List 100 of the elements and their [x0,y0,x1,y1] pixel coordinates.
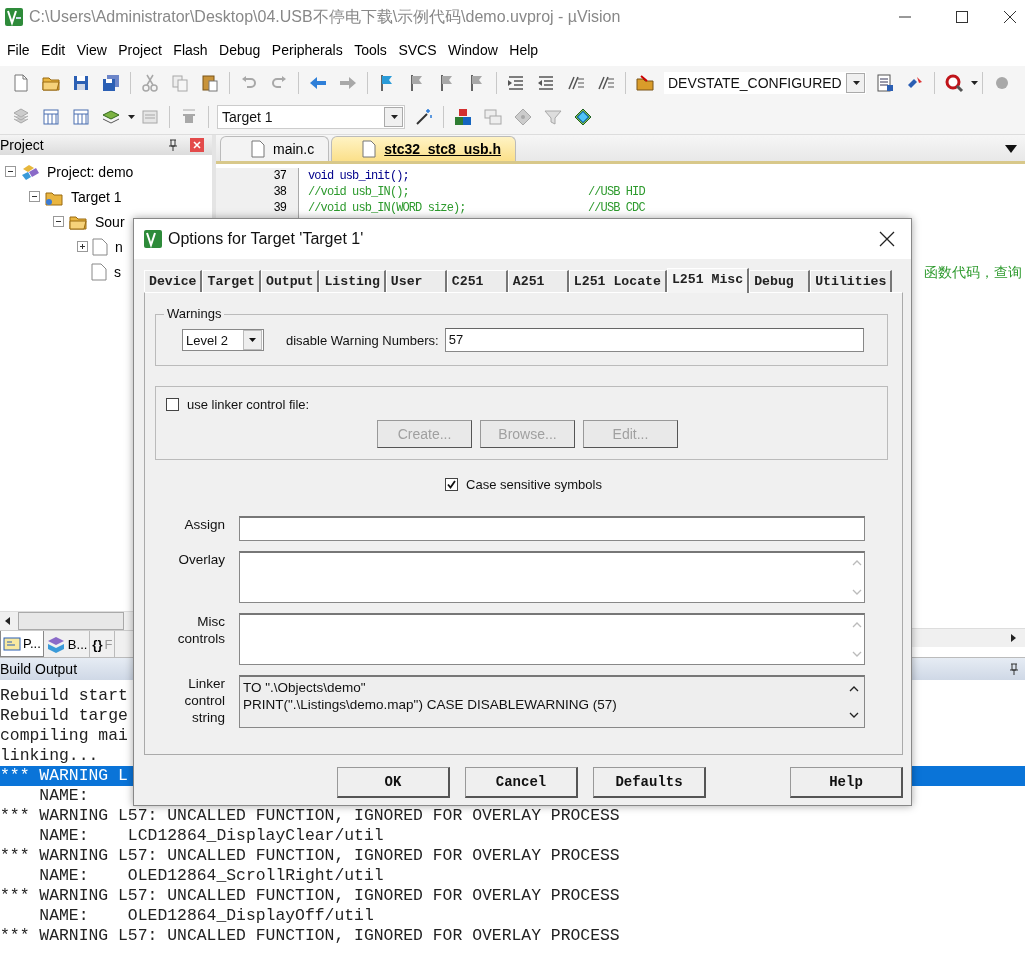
close-icon[interactable] [879,231,895,247]
panel-title: Project [0,137,45,153]
dialog-button[interactable]: Defaults [593,767,706,798]
menu-item[interactable]: View [73,42,116,58]
close-icon[interactable] [1003,10,1017,24]
output-line[interactable]: NAME: OLED12864_DisplayOff/util [0,906,374,926]
caret-icon [970,81,978,85]
panel-title: Build Output [0,661,78,677]
caret-icon [391,115,398,119]
grid-document-icon[interactable] [41,107,61,127]
output-line[interactable]: *** WARNING L57: UNCALLED FUNCTION, IGNORED FOR OVERLAY PROCESS [0,846,620,866]
dialog-tab[interactable]: Target [202,270,261,292]
field-label: Linker control string [183,675,225,727]
level-select[interactable]: Level 2 [182,329,264,351]
menu-item[interactable]: SVCS [395,42,445,58]
file-tab[interactable]: main.c [220,136,330,161]
menu-item[interactable]: Edit [38,42,74,58]
app-logo-icon [5,8,23,26]
collapse-icon[interactable] [29,191,40,202]
outdent-icon[interactable] [536,73,556,93]
output-line[interactable]: *** WARNING L57: UNCALLED FUNCTION, IGNORED FOR OVERLAY PROCESS [0,886,620,906]
dialog-tab[interactable]: Output [260,270,320,292]
pin-icon[interactable] [1009,663,1019,675]
file-tab[interactable]: stc32_stc8_usb.h [331,136,516,161]
dialog-button[interactable]: Cancel [465,767,578,798]
output-line[interactable]: compiling mai [0,726,128,746]
dialog-tab[interactable]: C251 [446,270,508,292]
code-text: //void usb_IN(WORD size); [308,200,467,216]
caret-icon [249,338,256,342]
code-comment: 函数代码，查询 [924,264,1022,280]
output-line[interactable]: *** WARNING L57: UNCALLED FUNCTION, IGNORED FOR OVERLAY PROCESS [0,926,620,946]
target-dropdown[interactable]: Target 1 [217,105,405,129]
braces-glyph: {} [92,636,103,652]
warning-numbers-field[interactable]: 57 [444,328,864,352]
dialog-tab[interactable]: Utilities [810,270,893,292]
menu-item[interactable]: Debug [216,42,269,58]
tree-item[interactable]: Sour [95,213,125,230]
magic-wand-icon[interactable] [414,107,434,127]
menu-item[interactable]: Window [445,42,507,58]
dialog-tab[interactable]: User [385,270,447,292]
field-label: disable Warning Numbers: [286,332,439,348]
menu-item[interactable]: Tools [351,42,396,58]
pin-icon[interactable] [168,139,178,151]
dialog-tab[interactable]: Device [144,270,203,292]
floppy-disks-icon[interactable] [101,73,121,93]
document-list-icon[interactable] [874,73,895,93]
menu-item[interactable]: Help [506,42,547,58]
tree-item[interactable]: n [115,238,123,255]
tab-label: F [104,636,113,652]
dialog-tab[interactable]: Debug [749,270,811,292]
output-line[interactable]: Rebuild targe [0,706,128,726]
output-line[interactable]: *** WARNING L [0,766,128,786]
clipboard-icon[interactable] [200,73,220,93]
maximize-icon[interactable] [955,10,969,24]
menu-item[interactable]: Peripherals [268,42,352,58]
field-label: Misc controls [176,613,225,648]
output-line[interactable]: NAME: OLED12864_ScrollRight/util [0,866,384,886]
output-line[interactable]: Rebuild start [0,686,128,706]
line-number: 39 [272,200,287,216]
dialog-tab[interactable]: L251 Locate [568,270,667,292]
collapse-icon[interactable] [5,166,16,177]
caret-icon [852,81,860,85]
field-label: Overlay [177,551,225,569]
dropdown-arrow-icon[interactable] [1005,145,1017,153]
menu-item[interactable]: Project [115,42,171,58]
project-window-icon [3,636,21,651]
tree-item[interactable]: s [114,263,121,280]
checked-checkbox[interactable] [445,478,459,491]
output-line[interactable]: NAME: [0,786,89,806]
checkbox[interactable] [166,398,179,411]
collapse-icon[interactable] [53,216,64,227]
output-line[interactable]: NAME: LCD12864_DisplayClear/util [0,826,384,846]
code-text: //void usb_IN(); [308,184,410,200]
dialog-button[interactable]: OK [337,767,450,798]
magnifier-icon[interactable] [943,73,964,93]
dialog-tab[interactable]: A251 [507,270,569,292]
scroll-down-icon[interactable] [849,711,859,719]
indent-icon[interactable] [506,73,526,93]
output-line[interactable]: linking... [0,746,99,766]
tree-item[interactable]: Project: demo [47,163,134,180]
scroll-up-icon[interactable] [849,685,859,693]
dialog-button[interactable]: Help [790,767,903,798]
menu-item[interactable]: File [4,42,39,58]
window-title: C:\Users\Administrator\Desktop\04.USB不停电下载\示例代码\demo.uvproj - µVision [29,6,622,27]
grid-document-icon[interactable] [71,107,91,127]
checkbox-label: Case sensitive symbols [466,477,602,492]
menu-item[interactable]: Flash [170,42,217,58]
tree-item[interactable]: Target 1 [71,188,122,205]
group-label: Warnings [164,306,225,321]
dialog-tab[interactable]: L251 Misc [666,268,750,293]
scrollbar-thumb[interactable] [18,612,124,630]
open-folder-icon[interactable] [635,73,655,93]
document-icon[interactable] [11,73,31,93]
colored-blocks-icon[interactable] [453,107,473,127]
panel-tab[interactable]: P... [0,631,44,657]
expand-icon[interactable] [77,241,88,252]
text-field[interactable] [239,516,865,541]
dialog-tab[interactable]: Listing [319,270,386,292]
output-line[interactable]: *** WARNING L57: UNCALLED FUNCTION, IGNORED FOR OVERLAY PROCESS [0,806,620,826]
device-state-dropdown[interactable]: DEVSTATE_CONFIGURED [664,72,866,94]
